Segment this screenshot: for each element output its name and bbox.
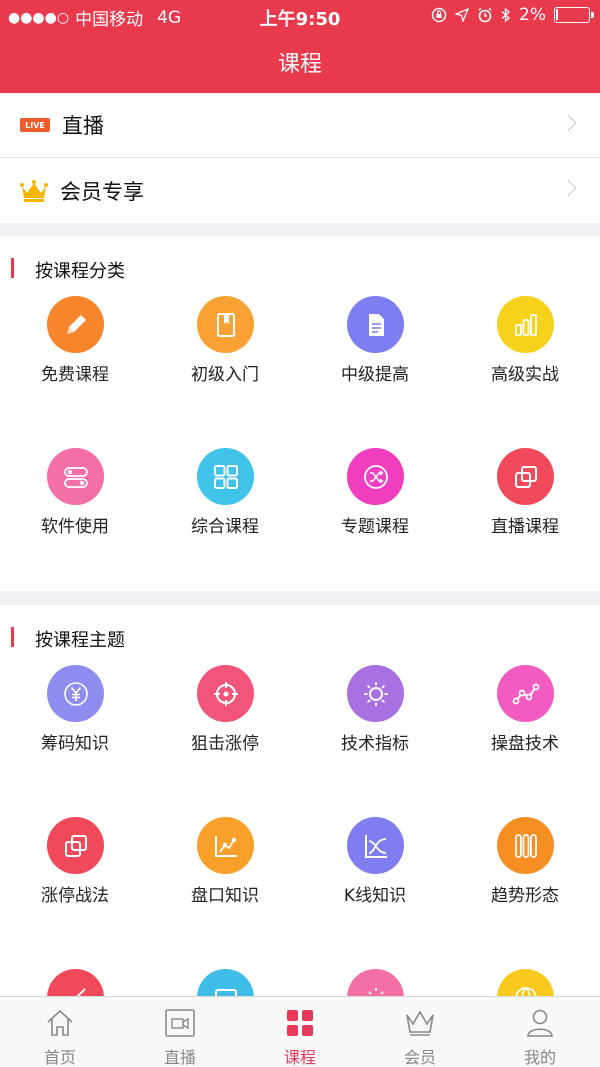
person-icon <box>527 1009 553 1037</box>
battery-percent: 2% <box>519 5 546 25</box>
bar-chart-icon <box>497 296 554 353</box>
grid-item-free-course[interactable]: 免费课程 <box>0 296 150 406</box>
grid-item-advanced[interactable]: 高级实战 <box>450 296 600 406</box>
crown-icon <box>406 1010 434 1036</box>
globe-icon <box>497 969 554 996</box>
status-right: 2% <box>431 5 594 25</box>
section-accent-bar <box>11 258 14 278</box>
grid-item-kline[interactable]: K线知识 <box>300 817 450 927</box>
top-list: LIVE 直播 会员专享 <box>0 93 600 223</box>
pencil-icon <box>47 296 104 353</box>
book-icon <box>197 296 254 353</box>
grid-item-label: 高级实战 <box>491 365 559 385</box>
grid-item-trading[interactable]: 操盘技术 <box>450 665 600 775</box>
battery-icon <box>554 7 594 23</box>
header: ●●●●○ 中国移动 4G 上午9:50 2% 课程 <box>0 0 600 93</box>
grid-icon <box>197 448 254 505</box>
grid-item-trend[interactable]: 趋势形态 <box>450 817 600 927</box>
grid-item-snipe[interactable]: 狙击涨停 <box>150 665 300 775</box>
grid-item-label: 综合课程 <box>191 517 259 537</box>
grid-item-label: 中级提高 <box>341 365 409 385</box>
tab-courses[interactable]: 课程 <box>240 997 360 1067</box>
bluetooth-icon <box>501 7 510 23</box>
list-item-live[interactable]: LIVE 直播 <box>0 93 600 158</box>
list-item-vip[interactable]: 会员专享 <box>0 158 600 223</box>
grid-item-live-course[interactable]: 直播课程 <box>450 448 600 558</box>
grid-icon <box>287 1010 313 1036</box>
section-header: 按课程分类 <box>0 236 600 296</box>
home-icon <box>47 1009 73 1036</box>
nodes-chart-icon <box>197 817 254 874</box>
grid-item-label: 趋势形态 <box>491 886 559 906</box>
grid-item-label: 狙击涨停 <box>191 734 259 754</box>
alarm-icon <box>478 7 492 23</box>
section-theme: 按课程主题 筹码知识 狙击涨停 技术指标 操盘技术 涨停战法 盘口知识 K线知识… <box>0 605 600 996</box>
grid-item-order-book[interactable]: 盘口知识 <box>150 817 300 927</box>
shuffle-icon <box>347 448 404 505</box>
grid-item-partial[interactable] <box>300 969 450 996</box>
grid-item-special[interactable]: 专题课程 <box>300 448 450 558</box>
crosshair-icon <box>197 665 254 722</box>
grid-item-comprehensive[interactable]: 综合课程 <box>150 448 300 558</box>
section-accent-bar <box>11 627 14 647</box>
tab-live[interactable]: 直播 <box>120 997 240 1067</box>
grid-item-partial[interactable] <box>150 969 300 996</box>
tab-label: 会员 <box>403 1048 436 1067</box>
section-title: 按课程主题 <box>35 630 125 651</box>
orientation-lock-icon <box>431 7 447 23</box>
list-item-label: 直播 <box>62 114 104 138</box>
chevron-right-icon <box>559 179 577 197</box>
grid-item-label: 初级入门 <box>191 365 259 385</box>
chain-icon <box>47 817 104 874</box>
status-bar: ●●●●○ 中国移动 4G 上午9:50 2% <box>0 0 600 32</box>
section-category: 按课程分类 免费课程 初级入门 中级提高 高级实战 软件使用 综合课程 专题课程… <box>0 236 600 591</box>
grid-item-label: 涨停战法 <box>41 886 109 906</box>
grid-item-intermediate[interactable]: 中级提高 <box>300 296 450 406</box>
grid-item-label: 直播课程 <box>491 517 559 537</box>
grid-item-chips[interactable]: 筹码知识 <box>0 665 150 775</box>
tab-bar: 首页 直播 课程 会员 我的 <box>0 996 600 1067</box>
video-icon <box>165 1009 195 1037</box>
grid-item-label: 免费课程 <box>41 365 109 385</box>
grid-item-software[interactable]: 软件使用 <box>0 448 150 558</box>
line-nodes-icon <box>497 665 554 722</box>
grid-item-indicators[interactable]: 技术指标 <box>300 665 450 775</box>
sun-icon <box>347 665 404 722</box>
pillars-icon <box>497 817 554 874</box>
tab-label: 首页 <box>43 1048 76 1067</box>
sun-icon <box>347 969 404 996</box>
pencil-icon <box>47 969 104 996</box>
grid-item-label: 软件使用 <box>41 517 109 537</box>
tab-home[interactable]: 首页 <box>0 997 120 1067</box>
curve-chart-icon <box>347 817 404 874</box>
grid-item-label: K线知识 <box>343 886 407 906</box>
toggle-icon <box>47 448 104 505</box>
grid-item-label: 盘口知识 <box>191 886 259 906</box>
live-badge-icon: LIVE <box>20 118 50 132</box>
chain-icon <box>497 448 554 505</box>
grid-item-label: 操盘技术 <box>491 734 559 754</box>
section-title: 按课程分类 <box>35 261 125 282</box>
document-icon <box>347 296 404 353</box>
screen-icon <box>197 969 254 996</box>
section-header: 按课程主题 <box>0 605 600 665</box>
grid-item-label: 筹码知识 <box>41 734 109 754</box>
tab-me[interactable]: 我的 <box>480 997 600 1067</box>
grid-item-label: 技术指标 <box>341 734 409 754</box>
chevron-right-icon <box>559 114 577 132</box>
tab-label: 我的 <box>523 1048 556 1067</box>
location-icon <box>455 8 470 22</box>
page-title: 课程 <box>277 52 322 77</box>
crown-icon <box>20 179 48 202</box>
yuan-coin-icon <box>47 665 104 722</box>
grid-item-partial[interactable] <box>0 969 150 996</box>
grid-item-beginner[interactable]: 初级入门 <box>150 296 300 406</box>
grid-item-limit-up[interactable]: 涨停战法 <box>0 817 150 927</box>
tab-label: 直播 <box>163 1048 196 1067</box>
grid-item-partial[interactable] <box>450 969 600 996</box>
tab-vip[interactable]: 会员 <box>360 997 480 1067</box>
tab-label: 课程 <box>283 1048 316 1067</box>
grid-item-label: 专题课程 <box>341 517 409 537</box>
list-item-label: 会员专享 <box>60 179 144 204</box>
